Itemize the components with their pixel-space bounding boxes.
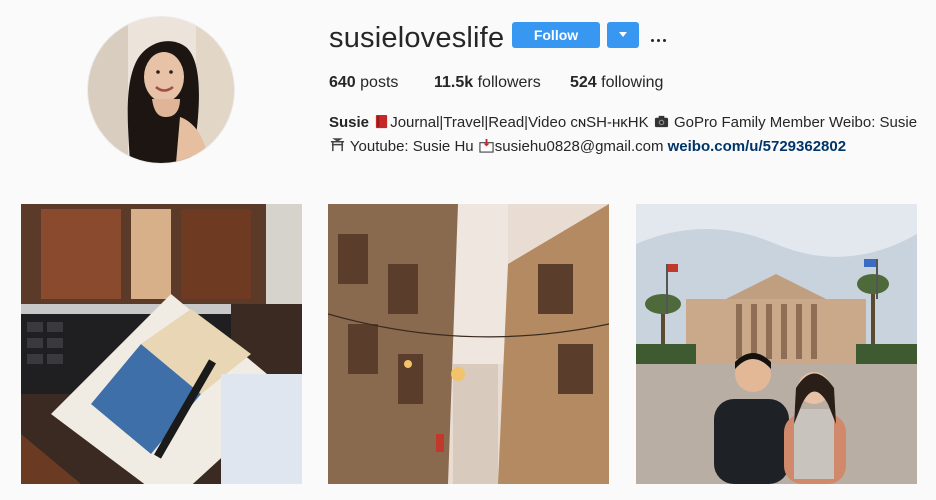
- post-image: [328, 204, 609, 484]
- bio-email: susiehu0828@gmail.com: [494, 138, 664, 155]
- follow-button[interactable]: Follow: [512, 22, 600, 48]
- post-thumbnail-street[interactable]: [328, 204, 609, 484]
- bio-youtube: Youtube: Susie Hu: [349, 138, 474, 155]
- avatar-photo: [88, 17, 234, 163]
- suggested-dropdown-button[interactable]: [607, 22, 639, 48]
- following-stat[interactable]: 524 following: [570, 73, 663, 93]
- bio-full-name: Susie: [329, 114, 370, 131]
- following-count: 524: [570, 74, 597, 91]
- bio-line-1: Susie Journal|Travel|Read|Video ᴄɴSH-ʜᴋH…: [329, 111, 919, 135]
- bio-interests: Journal|Travel|Read|Video: [390, 114, 567, 131]
- posts-stat: 640 posts: [329, 73, 398, 93]
- following-label: following: [601, 74, 664, 91]
- profile-username: susieloveslife: [329, 22, 505, 54]
- post-thumbnail-journal[interactable]: [21, 204, 302, 484]
- post-image: [21, 204, 302, 484]
- posts-grid: [21, 204, 917, 484]
- camera-icon: [654, 115, 668, 128]
- profile-bio: Susie Journal|Travel|Read|Video ᴄɴSH-ʜᴋH…: [329, 111, 919, 159]
- posts-count: 640: [329, 74, 356, 91]
- post-thumbnail-couple[interactable]: [636, 204, 917, 484]
- posts-label: posts: [360, 74, 399, 91]
- followers-label: followers: [477, 74, 541, 91]
- bio-gopro: GoPro Family Member Weibo: Susie: [673, 114, 918, 131]
- bio-website-link[interactable]: weibo.com/u/5729362802: [668, 138, 846, 155]
- followers-count: 11.5k: [434, 74, 474, 91]
- profile-avatar[interactable]: [88, 17, 234, 163]
- bio-line-2: Youtube: Susie Hu susiehu0828@gmail.com …: [329, 135, 919, 159]
- shrine-icon: [330, 138, 345, 152]
- ellipsis-icon: [648, 38, 668, 42]
- caret-down-icon: [619, 32, 627, 37]
- more-options-button[interactable]: [648, 23, 668, 47]
- followers-stat[interactable]: 11.5k followers: [434, 73, 541, 93]
- red-book-icon: [376, 114, 388, 129]
- bio-region: ᴄɴSH-ʜᴋHK: [570, 114, 649, 131]
- envelope-icon: [479, 138, 494, 153]
- post-image: [636, 204, 917, 484]
